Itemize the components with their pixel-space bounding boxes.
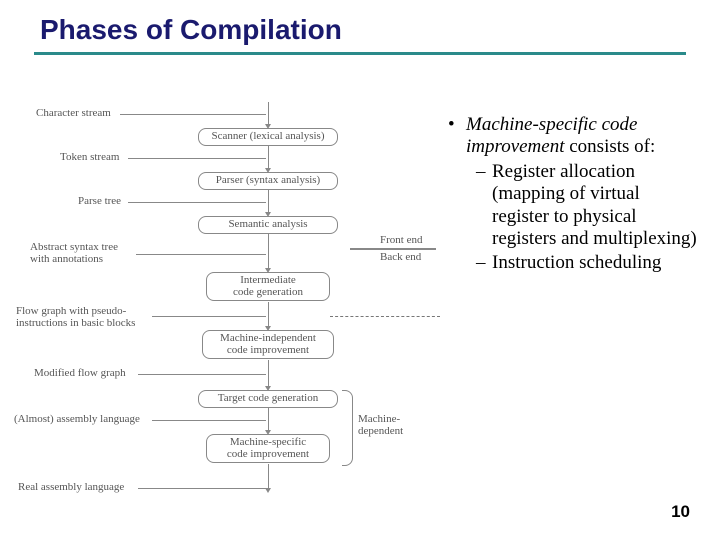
- phase-box-scanner-label: Scanner (lexical analysis): [211, 130, 324, 142]
- bullet-dot-icon: •: [448, 114, 466, 159]
- stream-label-almost-asm: (Almost) assembly language: [14, 414, 140, 426]
- compilation-phases-diagram: Scanner (lexical analysis) Parser (synta…: [20, 102, 440, 502]
- bullet-sub-1: – Register allocation (mapping of virtua…: [476, 161, 700, 251]
- stream-label-realasm: Real assembly language: [18, 482, 124, 494]
- phase-box-mi-improve-l1: Machine-independent: [220, 332, 316, 344]
- phase-box-intermediate-l1: Intermediate: [240, 274, 296, 286]
- phase-box-ms-improve-l2: code improvement: [227, 448, 309, 460]
- phase-box-semantic-label: Semantic analysis: [228, 218, 307, 230]
- dash-icon: –: [476, 252, 492, 274]
- dash-icon: –: [476, 161, 492, 251]
- phase-box-intermediate: Intermediate code generation: [206, 272, 330, 301]
- front-end-label: Front end: [380, 235, 422, 247]
- phase-box-ms-improve: Machine-specific code improvement: [206, 434, 330, 463]
- page-number: 10: [671, 502, 690, 522]
- machine-dependent-label: Machine- dependent: [358, 414, 403, 437]
- stream-label-ast: Abstract syntax tree with annotations: [30, 242, 118, 265]
- stream-label-modflow: Modified flow graph: [34, 368, 126, 380]
- slide-title: Phases of Compilation: [0, 0, 720, 50]
- phase-box-parser-label: Parser (syntax analysis): [216, 174, 320, 186]
- phase-box-target: Target code generation: [198, 390, 338, 408]
- stream-label-flowgraph: Flow graph with pseudo- instructions in …: [16, 306, 135, 329]
- phase-box-intermediate-l2: code generation: [233, 286, 303, 298]
- bullet-main-tail: consists of:: [565, 136, 656, 157]
- bullet-sub-2: – Instruction scheduling: [476, 252, 700, 274]
- title-underline: [34, 52, 686, 55]
- stream-label-parsetree: Parse tree: [78, 196, 121, 208]
- phase-box-target-label: Target code generation: [218, 392, 318, 404]
- phase-box-mi-improve-l2: code improvement: [227, 344, 309, 356]
- phase-box-semantic: Semantic analysis: [198, 216, 338, 234]
- bullet-list: • Machine-specific code improvement cons…: [448, 114, 700, 275]
- content-area: Scanner (lexical analysis) Parser (synta…: [0, 84, 720, 540]
- bullet-main: • Machine-specific code improvement cons…: [448, 114, 700, 159]
- phase-box-scanner: Scanner (lexical analysis): [198, 128, 338, 146]
- stream-label-token: Token stream: [60, 152, 119, 164]
- phase-box-parser: Parser (syntax analysis): [198, 172, 338, 190]
- stream-label-char: Character stream: [36, 108, 111, 120]
- phase-box-ms-improve-l1: Machine-specific: [230, 436, 306, 448]
- phase-box-mi-improve: Machine-independent code improvement: [202, 330, 334, 359]
- back-end-label: Back end: [380, 252, 421, 264]
- bullet-sub-1-text: Register allocation (mapping of virtual …: [492, 161, 700, 251]
- bullet-sub-2-text: Instruction scheduling: [492, 252, 661, 274]
